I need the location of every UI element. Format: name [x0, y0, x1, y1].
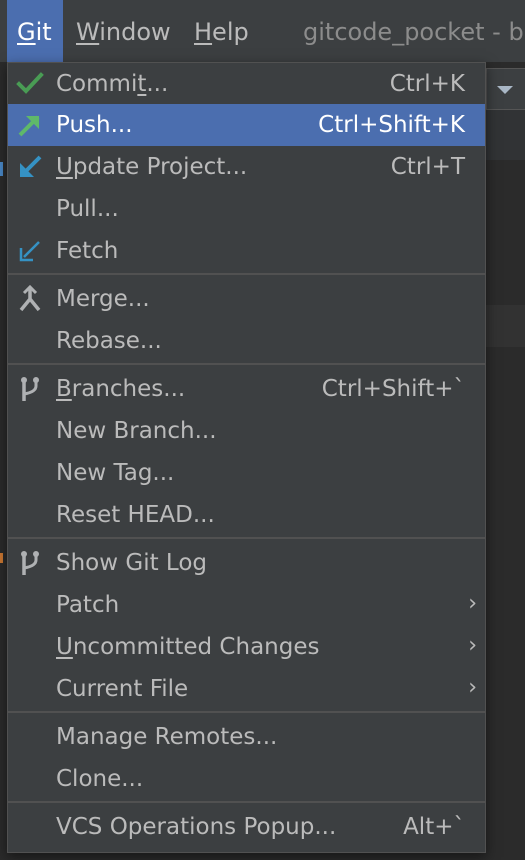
fetch-icon — [19, 241, 40, 262]
menu-item-manage-remotes[interactable]: Manage Remotes... — [8, 716, 485, 758]
menu-item-label: Update Project... — [56, 154, 248, 180]
menu-item-label: Reset HEAD... — [56, 502, 215, 528]
menu-window-label: indow — [99, 18, 171, 46]
menu-separator — [8, 273, 485, 275]
menu-item-label: Manage Remotes... — [56, 724, 278, 750]
menu-git-label: it — [35, 18, 52, 46]
menu-item-label: New Branch... — [56, 418, 217, 444]
git-log-icon — [21, 551, 39, 575]
menu-item-label: Show Git Log — [56, 550, 207, 576]
menu-item-patch[interactable]: Patch › — [8, 584, 485, 626]
shortcut-label: Ctrl+Shift+` — [321, 376, 465, 402]
menu-separator — [8, 711, 485, 713]
chevron-right-icon: › — [468, 591, 477, 616]
toolbar-strip — [486, 110, 525, 160]
menu-help-mnemonic: H — [194, 18, 213, 46]
chevron-down-icon — [497, 86, 513, 94]
menu-item-label: VCS Operations Popup... — [56, 814, 337, 840]
menubar: Git Window Help gitcode_pocket - bu — [0, 0, 525, 62]
menu-item-new-tag[interactable]: New Tag... — [8, 452, 485, 494]
branch-icon — [21, 377, 39, 401]
menu-separator — [8, 801, 485, 803]
menu-item-merge[interactable]: Merge... — [8, 278, 485, 320]
menu-item-commit[interactable]: Commit... Ctrl+K — [8, 63, 485, 105]
ide-window: Git Window Help gitcode_pocket - bu Comm… — [0, 0, 525, 860]
menu-window-mnemonic: W — [76, 18, 100, 46]
menu-item-current-file[interactable]: Current File › — [8, 668, 485, 710]
menu-item-uncommitted-changes[interactable]: Uncommitted Changes › — [8, 626, 485, 668]
menu-item-label: Rebase... — [56, 328, 162, 354]
menu-item-reset-head[interactable]: Reset HEAD... — [8, 494, 485, 536]
menu-window[interactable]: Window — [76, 0, 171, 62]
menu-item-fetch[interactable]: Fetch — [8, 230, 485, 272]
editor-gutter — [0, 62, 7, 860]
menu-item-label: Clone... — [56, 766, 144, 792]
menu-item-vcs-operations-popup[interactable]: VCS Operations Popup... Alt+` — [8, 806, 485, 848]
menu-item-label: Merge... — [56, 286, 150, 312]
menu-item-label: Current File — [56, 676, 189, 702]
push-arrow-icon — [18, 115, 40, 137]
menu-item-label: Branches... — [56, 376, 186, 402]
menu-item-label: Pull... — [56, 196, 119, 222]
menu-item-show-git-log[interactable]: Show Git Log — [8, 542, 485, 584]
menu-item-pull[interactable]: Pull... — [8, 188, 485, 230]
menu-separator — [8, 537, 485, 539]
menu-item-label: Uncommitted Changes — [56, 634, 320, 660]
editor-strip — [486, 305, 525, 347]
menu-git-mnemonic: G — [17, 18, 36, 46]
menu-item-clone[interactable]: Clone... — [8, 758, 485, 800]
shortcut-label: Ctrl+K — [389, 71, 465, 97]
shortcut-label: Ctrl+Shift+K — [318, 112, 465, 138]
check-icon — [16, 72, 44, 94]
menu-help[interactable]: Help — [194, 0, 249, 62]
git-menu-popup: Commit... Ctrl+K Push... Ctrl+Shift+K Up… — [7, 62, 486, 853]
shortcut-label: Ctrl+T — [390, 154, 465, 180]
menu-item-label: New Tag... — [56, 460, 175, 486]
menu-item-label: Commit... — [56, 71, 169, 97]
menu-item-branches[interactable]: Branches... Ctrl+Shift+` — [8, 368, 485, 410]
menu-help-label: elp — [212, 18, 249, 46]
chevron-right-icon: › — [468, 675, 477, 700]
run-config-dropdown[interactable] — [486, 68, 525, 110]
menu-item-label: Fetch — [56, 238, 119, 264]
menu-item-label: Patch — [56, 592, 120, 618]
gutter-marker — [0, 162, 3, 176]
shortcut-label: Alt+` — [403, 814, 465, 840]
menu-item-new-branch[interactable]: New Branch... — [8, 410, 485, 452]
menu-git[interactable]: Git — [7, 0, 63, 62]
window-title: gitcode_pocket - bu — [303, 18, 525, 46]
chevron-right-icon: › — [468, 633, 477, 658]
menu-item-rebase[interactable]: Rebase... — [8, 320, 485, 362]
menu-item-update-project[interactable]: Update Project... Ctrl+T — [8, 146, 485, 188]
menu-item-label: Push... — [56, 112, 133, 138]
menu-separator — [8, 363, 485, 365]
update-arrow-icon — [20, 155, 42, 177]
merge-icon — [19, 285, 41, 312]
gutter-marker — [0, 553, 3, 563]
menu-item-push[interactable]: Push... Ctrl+Shift+K — [8, 104, 485, 146]
